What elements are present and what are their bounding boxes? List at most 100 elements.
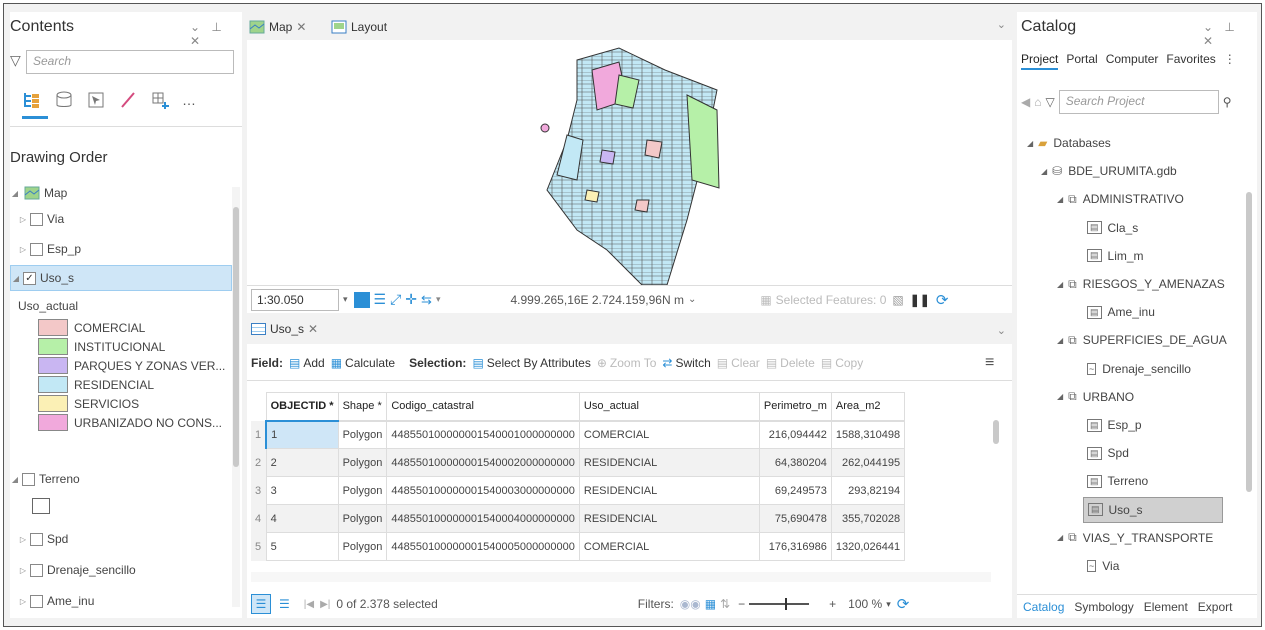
chevron-down-icon[interactable]: ▾	[343, 294, 348, 305]
row-number[interactable]: 4	[251, 504, 267, 533]
zoom-level[interactable]: 100 %	[848, 597, 882, 611]
layer-spd[interactable]: ▷ Spd	[18, 528, 68, 550]
layer-terreno[interactable]: ◢ Terreno	[10, 468, 80, 490]
catalog-item[interactable]: ◢ ⛁ BDE_URUMITA.gdb	[1041, 158, 1177, 184]
expand-icon[interactable]: ◢	[11, 274, 21, 283]
calculate-button[interactable]: ▦ Calculate	[331, 356, 395, 370]
layer-checkbox[interactable]	[30, 563, 43, 577]
chevron-down-icon[interactable]: ⌄	[997, 324, 1006, 337]
catalog-item[interactable]: ▤ Cla_s	[1087, 215, 1138, 241]
expand-icon[interactable]: ◢	[1041, 167, 1047, 176]
catalog-item[interactable]: ▤ Terreno	[1087, 468, 1148, 494]
catalog-scrollbar[interactable]	[1245, 192, 1253, 512]
tab-element[interactable]: Element	[1144, 600, 1188, 614]
tab-layout[interactable]: Layout	[331, 16, 387, 38]
table-cell[interactable]: COMERCIAL	[578, 532, 760, 561]
catalog-item[interactable]: ▤ Ame_inu	[1087, 299, 1155, 325]
catalog-search-input[interactable]: Search Project	[1058, 90, 1219, 114]
column-header[interactable]: Perimetro_m	[758, 392, 832, 422]
show-all-records-button[interactable]: ☰	[251, 594, 271, 614]
table-cell[interactable]: Polygon	[337, 420, 388, 449]
catalog-item[interactable]: ◢ ▰ Databases	[1027, 130, 1111, 156]
search-icon[interactable]: ⚲	[1223, 95, 1232, 109]
table-row[interactable]: 3 3 Polygon 448550100000001540003000000000 R…	[251, 476, 906, 505]
collapse-icon[interactable]: ▷	[18, 535, 28, 544]
expand-icon[interactable]: ◢	[1057, 392, 1063, 401]
home-icon[interactable]: ⌂	[1034, 95, 1041, 109]
zoom-to-button[interactable]: ⊕ Zoom To	[597, 356, 657, 370]
table-cell[interactable]: Polygon	[337, 476, 388, 505]
expand-icon[interactable]: ◢	[10, 475, 20, 484]
tab-favorites[interactable]: Favorites	[1166, 52, 1215, 70]
table-cell[interactable]: 2	[265, 448, 339, 477]
expand-icon[interactable]: ◢	[10, 189, 20, 198]
horizontal-scrollbar[interactable]	[251, 572, 991, 582]
catalog-item[interactable]: ~ Via	[1087, 553, 1119, 579]
column-header[interactable]: OBJECTID *	[265, 392, 339, 422]
layer-drenaje[interactable]: ▷ Drenaje_sencillo	[18, 559, 136, 581]
table-cell[interactable]: 448550100000001540004000000000	[386, 504, 580, 533]
collapse-icon[interactable]: ▷	[18, 215, 28, 224]
chevron-down-icon[interactable]: ▾	[886, 599, 891, 610]
catalog-item[interactable]: ▤ Esp_p	[1087, 412, 1142, 438]
close-icon[interactable]: ✕	[296, 20, 306, 34]
delete-button[interactable]: ▤ Delete	[766, 356, 815, 370]
tab-uso-s-table[interactable]: Uso_s ✕	[251, 322, 318, 336]
zoom-slider[interactable]	[749, 598, 810, 610]
table-cell[interactable]: 448550100000001540002000000000	[386, 448, 580, 477]
expand-icon[interactable]: ◢	[1057, 336, 1063, 345]
last-record-icon[interactable]: ▶|	[320, 599, 330, 610]
tab-map[interactable]: Map ✕	[249, 16, 306, 38]
scroll-thumb[interactable]	[993, 420, 999, 444]
layer-checkbox[interactable]	[30, 532, 43, 546]
collapse-icon[interactable]: ▷	[18, 566, 28, 575]
table-row[interactable]: 1 1 Polygon 448550100000001540001000000000 C…	[251, 420, 906, 449]
table-row[interactable]: 2 2 Polygon 448550100000001540002000000000 R…	[251, 448, 906, 477]
tab-portal[interactable]: Portal	[1066, 52, 1097, 70]
tab-catalog[interactable]: Catalog	[1023, 600, 1064, 614]
expand-icon[interactable]: ◢	[1057, 195, 1063, 204]
navigate-icon[interactable]: ⇆	[421, 292, 432, 308]
table-cell[interactable]: RESIDENCIAL	[578, 504, 760, 533]
catalog-item[interactable]: ◢ ⧉ ADMINISTRATIVO	[1057, 186, 1184, 212]
tab-symbology[interactable]: Symbology	[1074, 600, 1133, 614]
list-by-drawing-order-icon[interactable]	[22, 90, 42, 110]
scale-selector[interactable]: 1:30.050	[251, 288, 339, 311]
selected-features[interactable]: ▦ Selected Features: 0	[760, 293, 886, 307]
catalog-item[interactable]: ◢ ⧉ RIESGOS_Y_AMENAZAS	[1057, 271, 1225, 297]
copy-button[interactable]: ▤ Copy	[821, 356, 863, 370]
scroll-thumb[interactable]	[1246, 192, 1252, 492]
table-row[interactable]: 5 5 Polygon 448550100000001540005000000000 C…	[251, 532, 906, 561]
table-cell[interactable]: 64,380204	[758, 448, 832, 477]
layer-uso-s[interactable]: ◢ ✓ Uso_s	[10, 265, 232, 291]
layer-checkbox[interactable]	[22, 472, 35, 486]
refresh-icon[interactable]: ⟳	[897, 595, 910, 613]
chevron-down-icon[interactable]: ⌄	[688, 294, 696, 305]
back-icon[interactable]: ◀	[1021, 95, 1030, 109]
table-row[interactable]: 4 4 Polygon 448550100000001540004000000000 R…	[251, 504, 906, 533]
column-header[interactable]: Codigo_catastral	[386, 392, 580, 422]
tab-project[interactable]: Project	[1021, 52, 1059, 70]
layer-checkbox[interactable]	[30, 242, 43, 256]
list-by-source-icon[interactable]	[54, 90, 74, 110]
list-by-editing-icon[interactable]	[118, 90, 138, 110]
tab-computer[interactable]: Computer	[1106, 52, 1159, 70]
catalog-item[interactable]: ◢ ⧉ SUPERFICIES_DE_AGUA	[1057, 327, 1227, 353]
layer-map[interactable]: ◢ Map	[10, 182, 67, 204]
map-canvas[interactable]	[247, 40, 1012, 286]
table-cell[interactable]: 5	[265, 532, 339, 561]
table-cell[interactable]: 355,702028	[830, 504, 906, 533]
filter-table-icon[interactable]: ▦	[705, 597, 716, 611]
show-selected-records-button[interactable]: ☰	[279, 597, 290, 611]
table-scrollbar[interactable]	[991, 392, 1001, 572]
expand-icon[interactable]: ◢	[1057, 280, 1063, 289]
table-cell[interactable]: 448550100000001540003000000000	[386, 476, 580, 505]
catalog-item[interactable]: ▤ Lim_m	[1087, 243, 1144, 269]
zoom-out-icon[interactable]: −	[738, 597, 745, 611]
refresh-icon[interactable]: ⟳	[936, 291, 949, 309]
more-icon[interactable]: ⋮	[1224, 52, 1236, 70]
contents-search-input[interactable]: Search	[26, 50, 234, 74]
chevron-down-icon[interactable]: ⌄	[997, 18, 1006, 31]
chevron-down-icon[interactable]: ▾	[436, 294, 441, 305]
crosshair-icon[interactable]: ✛	[405, 291, 417, 308]
